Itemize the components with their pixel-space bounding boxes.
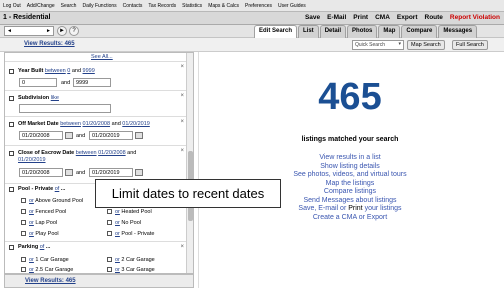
between-link[interactable]: between [45,68,66,74]
menu-contacts[interactable]: Contacts [123,3,143,9]
close-icon[interactable]: × [180,119,184,125]
map-search-button[interactable]: Map Search [407,40,445,50]
tab-photos[interactable]: Photos [347,25,378,38]
close-escrow-from-input[interactable]: 01/20/2008 [19,168,63,177]
off-market-label: Off Market Date between 01/20/2008 and 0… [18,121,150,127]
pool-option[interactable]: or Lap Pool [21,220,57,226]
parking-option[interactable]: or 1 Car Garage [21,257,69,263]
pool-option[interactable]: or Heated Pool [107,209,152,215]
help-icon[interactable]: ? [69,26,79,36]
next-circle-icon[interactable]: ► [57,26,67,36]
close-icon[interactable]: × [180,64,184,70]
close-escrow-checkbox[interactable] [9,151,14,156]
menu-logout[interactable]: Log Out [3,3,21,9]
calendar-icon[interactable] [65,169,73,176]
criterion-close-escrow-date: Close of Escrow Date between 01/20/2008 … [5,145,187,183]
pool-option[interactable]: or Pool - Private [107,231,154,237]
calendar-icon[interactable] [65,132,73,139]
close-icon[interactable]: × [180,244,184,250]
calendar-icon[interactable] [135,132,143,139]
criteria-panel: See All... Year Built between 0 and 9999… [4,52,194,274]
tab-detail[interactable]: Detail [319,25,347,38]
forward-icon[interactable]: ► [46,28,51,34]
parking-option[interactable]: or 3 Car Garage [107,267,155,273]
create-cma-line[interactable]: Create a CMA or Export [199,214,501,223]
view-list-link[interactable]: View results in a list [199,154,501,163]
tab-edit-search[interactable]: Edit Search [254,25,298,39]
like-link[interactable]: like [51,95,59,101]
tab-messages[interactable]: Messages [438,25,478,38]
view-results-footer-link[interactable]: View Results: 465 [25,278,76,284]
action-bar: Save E-Mail Print CMA Export Route Repor… [298,14,500,21]
year-to-input[interactable]: 9999 [73,78,111,87]
see-all-link[interactable]: See All... [91,54,113,60]
show-details-link[interactable]: Show listing details [199,163,501,172]
pool-option[interactable]: or Above Ground Pool [21,198,83,204]
off-market-to-input[interactable]: 01/20/2019 [89,131,133,140]
top-menu-bar: Log Out Add/Change Search Daily Function… [0,0,504,12]
tab-compare[interactable]: Compare [401,25,438,38]
back-icon[interactable]: ◄ [7,28,12,34]
year-from-input[interactable]: 0 [19,78,57,87]
tooltip-callout: Limit dates to recent dates [95,179,281,208]
pool-option[interactable]: or Play Pool [21,231,59,237]
menu-user-guides[interactable]: User Guides [278,3,306,9]
tab-bar: Edit Search List Detail Photos Map Compa… [254,25,478,39]
report-violation-link[interactable]: Report Violation [450,14,500,21]
tab-list[interactable]: List [298,25,319,38]
menu-search[interactable]: Search [61,3,77,9]
pool-label: Pool - Private of ... [18,186,66,192]
tab-map[interactable]: Map [378,25,401,38]
results-count: 465 [318,76,382,118]
off-market-from-input[interactable]: 01/20/2008 [19,131,63,140]
subdivision-checkbox[interactable] [9,96,14,101]
criterion-off-market-date: Off Market Date between 01/20/2008 and 0… [5,116,187,145]
menu-add-change[interactable]: Add/Change [27,3,55,9]
criterion-subdivision: Subdivision like × [5,90,187,116]
record-navigator[interactable]: ◄ ► [4,26,54,36]
menu-preferences[interactable]: Preferences [245,3,272,9]
menu-statistics[interactable]: Statistics [182,3,202,9]
year-built-label: Year Built between 0 and 9999 [18,68,95,74]
subdivision-label: Subdivision like [18,95,59,101]
search-subbar: View Results: 465 Quick Search ▾ Map Sear… [0,38,504,52]
export-link[interactable]: Export [397,14,418,21]
chevron-down-icon: ▾ [398,41,401,47]
close-escrow-to-input[interactable]: 01/20/2019 [89,168,133,177]
pool-option[interactable]: or No Pool [107,220,141,226]
close-escrow-label: Close of Escrow Date between 01/20/2008 … [18,150,137,156]
menu-daily-functions[interactable]: Daily Functions [82,3,116,9]
full-search-button[interactable]: Full Search [452,40,488,50]
menu-tax-records[interactable]: Tax Records [148,3,176,9]
close-icon[interactable]: × [180,93,184,99]
view-results-link[interactable]: View Results: 465 [24,41,75,47]
cma-link[interactable]: CMA [375,14,390,21]
menu-maps-calcs[interactable]: Maps & Calcs [208,3,239,9]
pool-option[interactable]: or Fenced Pool [21,209,66,215]
close-icon[interactable]: × [180,148,184,154]
route-link[interactable]: Route [425,14,443,21]
parking-checkbox[interactable] [9,245,14,250]
criterion-year-built: Year Built between 0 and 9999 0 and 9999… [5,61,187,90]
year-built-checkbox[interactable] [9,69,14,74]
subdivision-input[interactable] [19,104,111,113]
save-link[interactable]: Save [305,14,320,21]
page-title: 1 - Residential [3,14,51,21]
parking-label: Parking of ... [18,244,51,250]
off-market-checkbox[interactable] [9,122,14,127]
parking-option[interactable]: or 2 Car Garage [107,257,155,263]
criteria-footer: View Results: 465 [4,274,194,288]
results-summary-panel: 465 listings matched your search View re… [198,52,500,288]
calendar-icon[interactable] [135,169,143,176]
title-bar: 1 - Residential Save E-Mail Print CMA Ex… [0,12,504,25]
quick-search-value: Quick Search [355,42,386,48]
results-matched-text: listings matched your search [301,136,399,143]
quick-search-select[interactable]: Quick Search ▾ [352,40,404,50]
email-link[interactable]: E-Mail [327,14,346,21]
parking-option[interactable]: or 2.5 Car Garage [21,267,73,273]
print-link[interactable]: Print [353,14,368,21]
criteria-scrollbar[interactable] [186,53,193,273]
criterion-parking: Parking of ... or 1 Car Garage or 2 Car … [5,241,187,273]
pool-checkbox[interactable] [9,187,14,192]
